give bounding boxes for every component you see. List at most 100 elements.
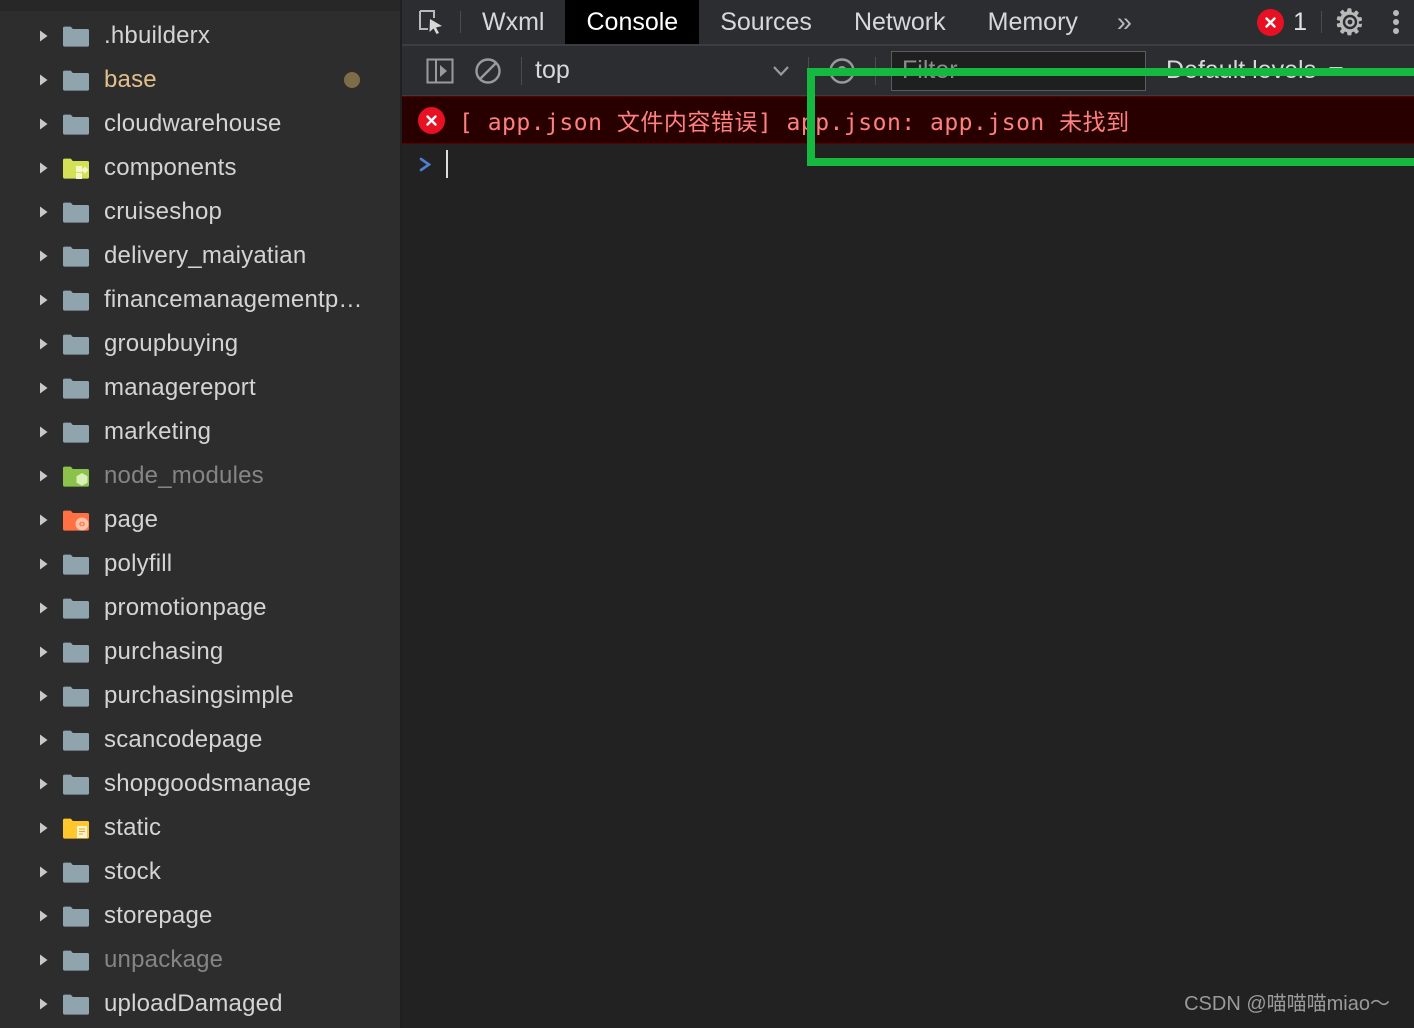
folder-icon (62, 772, 90, 796)
log-levels-dropdown[interactable]: Default levels (1166, 56, 1344, 85)
app-root: .hbuilderx base cloudwarehouse components cr… (0, 0, 1414, 1028)
folder-static-icon (62, 818, 89, 839)
folder-icon (62, 992, 90, 1016)
tab-memory[interactable]: Memory (967, 0, 1099, 44)
folder-icon (62, 684, 90, 708)
tree-expand-toggle[interactable] (36, 58, 52, 102)
tab-network[interactable]: Network (833, 0, 967, 44)
inspect-element-button[interactable] (402, 0, 460, 44)
sidebar-panel-icon (426, 58, 454, 83)
kebab-menu-icon (1393, 10, 1399, 34)
console-error-message[interactable]: [ app.json 文件内容错误] app.json: app.json 未找… (402, 96, 1414, 144)
tree-item-groupbuying[interactable]: groupbuying (0, 322, 402, 366)
folder-icon (62, 378, 89, 399)
folder-icon (62, 70, 89, 91)
tree-item-stock[interactable]: stock (0, 850, 402, 894)
tree-expand-toggle[interactable] (36, 630, 52, 674)
tree-expand-toggle[interactable] (36, 410, 52, 454)
folder-icon (62, 244, 90, 268)
tab-sources[interactable]: Sources (699, 0, 833, 44)
tree-item-label: marketing (104, 418, 212, 445)
live-expression-button[interactable] (818, 46, 866, 96)
tree-expand-toggle[interactable] (36, 102, 52, 146)
tab-list: Wxml Console Sources Network Memory (461, 0, 1099, 44)
tree-item-polyfill[interactable]: polyfill (0, 542, 402, 586)
tree-item-marketing[interactable]: marketing (0, 410, 402, 454)
tree-expand-toggle[interactable] (36, 850, 52, 894)
tree-item-delivery_maiyatian[interactable]: delivery_maiyatian (0, 234, 402, 278)
folder-icon (62, 420, 90, 444)
tree-item-purchasing[interactable]: purchasing (0, 630, 402, 674)
error-count-badge[interactable]: 1 (1243, 0, 1321, 44)
clear-console-button[interactable] (464, 46, 512, 96)
tree-expand-toggle[interactable] (36, 542, 52, 586)
tree-item-managereport[interactable]: managereport (0, 366, 402, 410)
execution-context-select[interactable]: top (531, 51, 799, 91)
tree-expand-toggle[interactable] (36, 586, 52, 630)
folder-node-modules-icon (62, 466, 89, 487)
tree-expand-toggle[interactable] (36, 190, 52, 234)
tree-expand-toggle[interactable] (36, 234, 52, 278)
tree-item-purchasingsimple[interactable]: purchasingsimple (0, 674, 402, 718)
chevron-right-icon (40, 382, 48, 394)
tree-item-base[interactable]: base (0, 58, 402, 102)
tree-item-hbuilderx[interactable]: .hbuilderx (0, 14, 402, 58)
folder-page-icon (62, 510, 89, 531)
folder-icon (62, 422, 89, 443)
tree-item-cloudwarehouse[interactable]: cloudwarehouse (0, 102, 402, 146)
chevron-right-icon (40, 778, 48, 790)
tabbar-spacer (1150, 0, 1243, 44)
tree-item-promotionpage[interactable]: promotionpage (0, 586, 402, 630)
folder-icon (62, 596, 90, 620)
tree-expand-toggle[interactable] (36, 498, 52, 542)
folder-icon (62, 288, 90, 312)
tree-expand-toggle[interactable] (36, 806, 52, 850)
tree-expand-toggle[interactable] (36, 366, 52, 410)
settings-button[interactable] (1322, 0, 1378, 44)
console-input-row[interactable] (402, 144, 1414, 184)
console-sidebar-toggle-button[interactable] (416, 46, 464, 96)
tree-item-shopgoodsmanage[interactable]: shopgoodsmanage (0, 762, 402, 806)
tree-item-financemanagementp[interactable]: financemanagementp… (0, 278, 402, 322)
tree-expand-toggle[interactable] (36, 762, 52, 806)
tree-item-label: polyfill (104, 550, 173, 577)
tree-item-label: cruiseshop (104, 198, 223, 225)
chevron-right-icon (40, 118, 48, 130)
tree-expand-toggle[interactable] (36, 982, 52, 1026)
tree-item-page[interactable]: page (0, 498, 402, 542)
tree-item-uploaddamaged[interactable]: uploadDamaged (0, 982, 402, 1026)
devtools-panel: WxmlConsoleSourcesNetworkMemory » 1 (402, 0, 1414, 1028)
tree-expand-toggle[interactable] (36, 322, 52, 366)
console-toolbar-separator-1 (521, 56, 522, 85)
tab-wxml[interactable]: Wxml (461, 0, 565, 44)
console-filter-placeholder: Filter (902, 56, 958, 84)
cursor-select-icon (419, 10, 442, 34)
tree-expand-toggle[interactable] (36, 674, 52, 718)
more-tabs-button[interactable]: » (1099, 0, 1150, 44)
tree-item-node_modules[interactable]: node_modules (0, 454, 402, 498)
tree-expand-toggle[interactable] (36, 938, 52, 982)
chevron-right-icon (40, 250, 48, 262)
tree-item-static[interactable]: static (0, 806, 402, 850)
overflow-menu-button[interactable] (1378, 0, 1414, 44)
console-filter-input[interactable]: Filter (891, 50, 1146, 91)
tree-expand-toggle[interactable] (36, 894, 52, 938)
folder-icon (62, 994, 89, 1015)
tree-expand-toggle[interactable] (36, 718, 52, 762)
folder-icon (62, 598, 89, 619)
folder-icon (62, 24, 90, 48)
folder-icon (62, 332, 90, 356)
chevron-right-icon (40, 910, 48, 922)
tree-item-storepage[interactable]: storepage (0, 894, 402, 938)
tree-item-unpackage[interactable]: unpackage (0, 938, 402, 982)
tree-expand-toggle[interactable] (36, 454, 52, 498)
tree-expand-toggle[interactable] (36, 278, 52, 322)
tree-item-cruiseshop[interactable]: cruiseshop (0, 190, 402, 234)
tree-expand-toggle[interactable] (36, 146, 52, 190)
tree-expand-toggle[interactable] (36, 14, 52, 58)
tree-item-scancodepage[interactable]: scancodepage (0, 718, 402, 762)
close-x-icon (1265, 16, 1276, 28)
chevron-right-icon (40, 30, 48, 42)
tab-console[interactable]: Console (565, 0, 700, 44)
tree-item-components[interactable]: components (0, 146, 402, 190)
